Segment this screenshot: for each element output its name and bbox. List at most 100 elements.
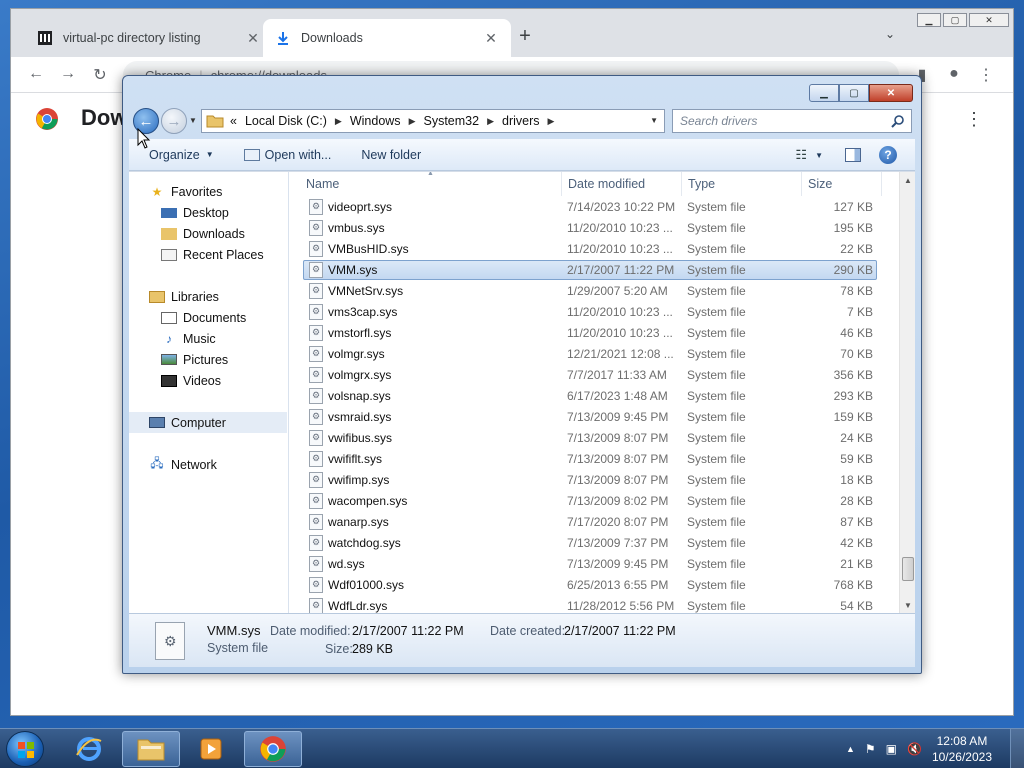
search-input[interactable]: Search drivers [672,109,912,133]
minimize-button[interactable]: ▁ [809,84,839,102]
clock[interactable]: 12:08 AM 10/26/2023 [932,733,992,765]
media-player-icon [200,738,222,760]
file-row[interactable]: volmgr.sys 12/21/2021 12:08 ... System fil… [289,343,899,364]
file-row[interactable]: VMM.sys 2/17/2007 11:22 PM System file 290 … [289,259,899,280]
taskbar-chrome[interactable] [244,731,302,767]
forward-arrow-icon[interactable]: → [57,65,79,83]
nav-network[interactable]: 🖧 Network [129,454,287,475]
forward-button[interactable]: → [161,108,187,134]
file-row[interactable]: wacompen.sys 7/13/2009 8:02 PM System file… [289,490,899,511]
view-options-button[interactable]: ☷ ▼ [795,147,823,163]
chevron-right-icon[interactable]: ▶ [487,116,494,127]
file-row[interactable]: Wdf01000.sys 6/25/2013 6:55 PM System file… [289,574,899,595]
nav-downloads[interactable]: Downloads [129,223,287,244]
help-icon[interactable]: ? [879,146,897,164]
file-row[interactable]: vwifibus.sys 7/13/2009 8:07 PM System file… [289,427,899,448]
breadcrumb-windows[interactable]: Windows ▶ [350,114,424,128]
show-hidden-icons-icon[interactable]: ▲ [846,744,855,754]
organize-button[interactable]: Organize ▼ [149,148,214,162]
new-tab-button[interactable]: + [513,25,537,48]
file-row[interactable]: VMBusHID.sys 11/20/2010 10:23 ... System f… [289,238,899,259]
breadcrumb-label: System32 [423,114,480,128]
scroll-up-icon[interactable]: ▲ [900,172,915,188]
tab-downloads[interactable]: Downloads ✕ [263,19,511,57]
nav-documents[interactable]: Documents [129,307,287,328]
preview-pane-icon[interactable] [845,148,861,162]
file-row[interactable]: wd.sys 7/13/2009 9:45 PM System file 21 KB [289,553,899,574]
maximize-button[interactable]: ▢ [839,84,869,102]
file-name-cell: videoprt.sys [309,196,559,217]
taskbar-internet-explorer[interactable] [60,731,118,767]
taskbar-media-player[interactable] [182,731,240,767]
file-name: volmgrx.sys [328,367,392,382]
nav-desktop[interactable]: Desktop [129,202,287,223]
page-title: Dow [81,105,128,130]
nav-videos[interactable]: Videos [129,370,287,391]
file-row[interactable]: vwififlt.sys 7/13/2009 8:07 PM System file… [289,448,899,469]
address-history-dropdown-icon[interactable]: ▼ [650,116,658,125]
chrome-menu-icon[interactable]: ⋮ [975,65,997,85]
file-row[interactable]: vms3cap.sys 11/20/2010 10:23 ... System fi… [289,301,899,322]
column-header-name[interactable]: Name [300,172,562,196]
file-row[interactable]: vsmraid.sys 7/13/2009 9:45 PM System file 1… [289,406,899,427]
recent-pages-dropdown-icon[interactable]: ▼ [189,116,197,125]
column-header-size[interactable]: Size [802,172,882,196]
breadcrumb-overflow[interactable]: « [230,114,237,128]
tab-directory-listing[interactable]: virtual-pc directory listing ✕ [25,19,273,57]
show-desktop-button[interactable] [1010,729,1024,768]
file-name: Wdf01000.sys [328,577,405,592]
back-arrow-icon[interactable]: ← [25,65,47,83]
file-size-cell: 293 KB [833,388,873,403]
chevron-right-icon[interactable]: ▶ [548,116,555,127]
profile-icon[interactable]: ● [943,65,965,83]
scroll-down-icon[interactable]: ▼ [900,597,915,613]
reload-icon[interactable]: ↻ [89,65,111,85]
breadcrumb-local-disk[interactable]: Local Disk (C:) ▶ [245,114,350,128]
column-header-type[interactable]: Type [682,172,802,196]
new-folder-button[interactable]: New folder [361,148,421,162]
file-row[interactable]: wanarp.sys 7/17/2020 8:07 PM System file 87… [289,511,899,532]
nav-computer[interactable]: Computer [129,412,287,433]
start-button[interactable] [6,731,44,767]
chevron-right-icon[interactable]: ▶ [335,116,342,127]
network-status-icon[interactable]: ▣ [886,742,897,756]
nav-libraries[interactable]: Libraries [129,286,287,307]
taskbar-windows-explorer[interactable] [122,731,180,767]
file-row[interactable]: VMNetSrv.sys 1/29/2007 5:20 AM System file… [289,280,899,301]
open-with-button[interactable]: Open with... [243,148,331,162]
close-tab-icon[interactable]: ✕ [483,30,499,47]
action-center-flag-icon[interactable]: ⚑ [865,742,876,756]
column-header-date[interactable]: Date modified [562,172,682,196]
tab-search-icon[interactable]: ⌄ [885,27,895,41]
chevron-right-icon[interactable]: ▶ [409,116,416,127]
nav-label: Documents [183,310,247,325]
file-row[interactable]: watchdog.sys 7/13/2009 7:37 PM System file… [289,532,899,553]
file-row[interactable]: volmgrx.sys 7/7/2017 11:33 AM System file 3… [289,364,899,385]
file-row[interactable]: volsnap.sys 6/17/2023 1:48 AM System file 2… [289,385,899,406]
chrome-minimize-button[interactable]: ▁ [917,13,941,27]
scrollbar-thumb[interactable] [902,557,914,581]
chrome-close-button[interactable]: ✕ [969,13,1009,27]
file-name: wacompen.sys [328,493,408,508]
file-row[interactable]: vmstorfl.sys 11/20/2010 10:23 ... System f… [289,322,899,343]
close-button[interactable]: ✕ [869,84,913,102]
breadcrumb-drivers[interactable]: drivers ▶ [502,114,562,128]
volume-muted-icon[interactable]: 🔇 [907,742,922,756]
file-row[interactable]: WdfLdr.sys 11/28/2012 5:56 PM System file 5… [289,595,899,613]
vertical-scrollbar[interactable]: ▲ ▼ [899,172,915,613]
breadcrumb-system32[interactable]: System32 ▶ [423,114,502,128]
downloads-menu-icon[interactable]: ⋮ [965,109,983,130]
file-row[interactable]: vmbus.sys 11/20/2010 10:23 ... System file… [289,217,899,238]
address-bar[interactable]: « Local Disk (C:) ▶ Windows ▶ System32 ▶ dr… [201,109,665,133]
nav-recent-places[interactable]: Recent Places [129,244,287,265]
nav-favorites[interactable]: ★ Favorites [129,181,287,202]
column-header-row: ▲ Name Date modified Type Size [289,172,899,196]
nav-pictures[interactable]: Pictures [129,349,287,370]
chrome-maximize-button[interactable]: ▢ [943,13,967,27]
file-date-cell: 11/28/2012 5:56 PM [567,598,675,613]
nav-label: Pictures [183,352,229,367]
file-row[interactable]: videoprt.sys 7/14/2023 10:22 PM System fil… [289,196,899,217]
nav-music[interactable]: ♪ Music [129,328,287,349]
file-row[interactable]: vwifimp.sys 7/13/2009 8:07 PM System file 1… [289,469,899,490]
close-tab-icon[interactable]: ✕ [245,30,261,47]
